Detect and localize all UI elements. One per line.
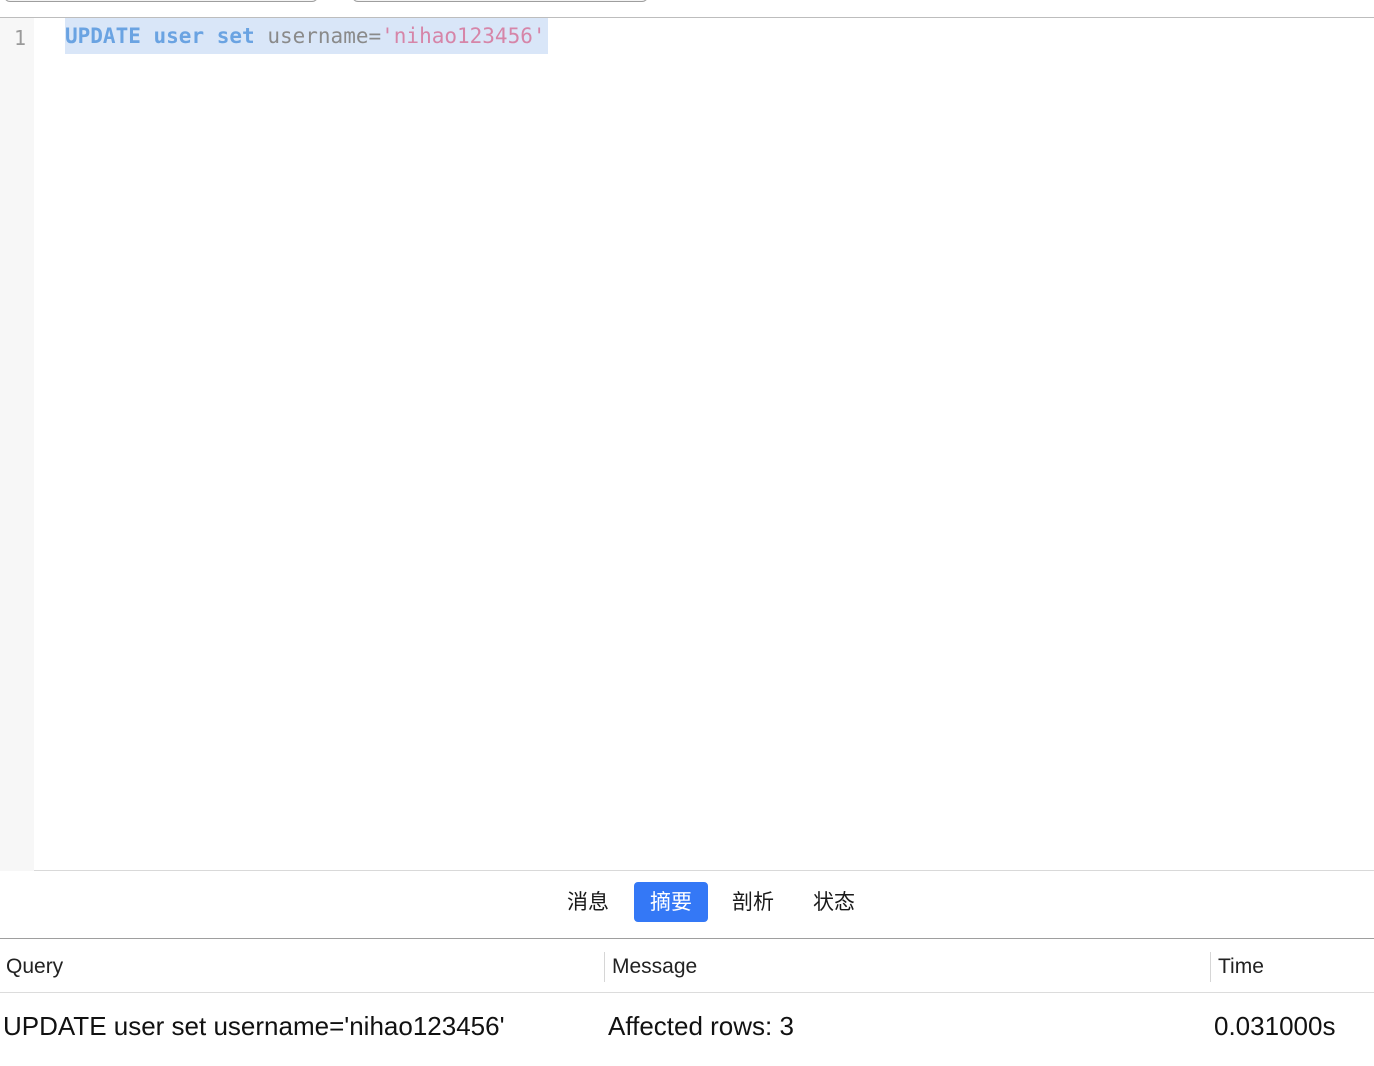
toolbar-segment-left[interactable]	[4, 0, 318, 2]
cell-message: Affected rows: 3	[608, 1011, 794, 1041]
code-line-selected[interactable]: UPDATE user set username='nihao123456'	[65, 18, 548, 54]
table-row[interactable]: UPDATE user set username='nihao123456' A…	[0, 994, 1374, 1058]
result-tabs: 消息 摘要 剖析 状态	[0, 871, 1374, 939]
tab-profile[interactable]: 剖析	[725, 882, 781, 922]
tab-status[interactable]: 状态	[806, 882, 862, 922]
cell-time: 0.031000s	[1214, 1011, 1336, 1041]
results-table: Query Message Time UPDATE user set usern…	[0, 940, 1374, 1066]
keyword-set: set	[216, 24, 255, 48]
column-header-query[interactable]: Query	[6, 952, 63, 982]
code-string: 'nihao123456'	[381, 24, 546, 48]
toolbar-remnant	[0, 0, 1374, 18]
tab-summary[interactable]: 摘要	[634, 882, 708, 922]
line-gutter: 1	[0, 18, 34, 871]
toolbar-segment-right[interactable]	[352, 0, 648, 2]
cell-query: UPDATE user set username='nihao123456'	[3, 1011, 505, 1041]
column-divider[interactable]	[604, 952, 605, 982]
tab-messages[interactable]: 消息	[560, 882, 616, 922]
keyword-user: user	[153, 24, 205, 48]
column-header-time[interactable]: Time	[1218, 952, 1264, 982]
sql-editor[interactable]: 1 UPDATE user set username='nihao123456'	[0, 18, 1374, 871]
line-number: 1	[14, 26, 27, 50]
keyword-update: UPDATE	[65, 24, 141, 48]
column-divider[interactable]	[1210, 952, 1211, 982]
table-header: Query Message Time	[0, 940, 1374, 993]
code-identifier: username=	[267, 24, 382, 48]
column-header-message[interactable]: Message	[612, 952, 697, 982]
